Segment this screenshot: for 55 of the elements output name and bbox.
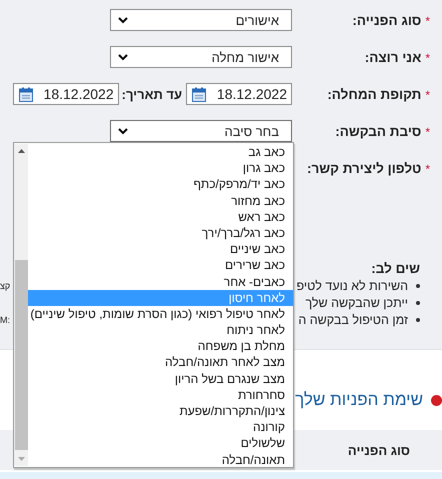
calendar-icon[interactable] [192,86,206,102]
required-asterisk: * [425,14,430,28]
notice-text: M: [0,314,10,324]
field-label: עד תאריך: [122,86,182,102]
section-heading: שימת הפניות שלך [295,390,423,410]
chevron-down-icon [118,54,128,60]
dropdown-option[interactable]: לאחר טיפול רפואי (כגון הסרת שומות, טיפול שיניים) [28,306,293,322]
dropdown-option[interactable]: מחלת בן משפחה [28,338,293,354]
scroll-up-icon[interactable] [18,149,24,153]
column-header: סוג הפנייה [348,442,410,458]
bullet-icon [416,318,420,322]
date-field[interactable]: 18.12.2022 [12,83,119,105]
dropdown-option[interactable]: סחרחורת [28,386,293,403]
notice-text: ייתכן שהבקשה שלך [305,296,408,310]
dropdown-option[interactable]: שלשולים [28,435,293,452]
dropdown-option[interactable]: כאב ראש [28,208,293,225]
scrollbar[interactable] [14,144,28,466]
bullet-icon [416,284,420,288]
dropdown-option[interactable]: תאונה/חבלה [28,452,293,468]
dropdown-option[interactable]: כאב גב [28,144,293,160]
notice-text: השירות לא נועד לטיפ [296,278,408,292]
required-asterisk: * [425,125,430,139]
required-asterisk: * [425,88,430,102]
dropdown-option[interactable]: כאב גרון [28,160,293,176]
required-asterisk: * [425,162,430,176]
notice-text: זמן הטיפול בבקשה ה [298,312,408,326]
dropdown-option[interactable]: כאבים- אחר [28,274,293,290]
dropdown-option[interactable]: כאב שיניים [28,241,293,258]
dropdown-option[interactable]: צינון/התקררות/שפעת [28,403,293,420]
field-label: סוג הפנייה: [352,12,422,28]
dropdown-option[interactable]: מצב לאחר תאונה/חבלה [28,354,293,371]
date-field[interactable]: 18.12.2022 [186,83,292,105]
chevron-down-icon [118,16,128,24]
dropdown-option[interactable]: לאחר ניתוח [28,322,293,338]
select-field[interactable]: אישור מחלה [110,46,292,68]
field-label: אני רוצה: [364,50,422,64]
dropdown-option[interactable]: כאב יד/מרפק/כתף [28,176,293,193]
field-label: טלפון ליצירת קשר: [307,160,422,176]
dropdown-option[interactable]: כאב שרירים [28,257,293,274]
alert-dot-icon [431,394,442,406]
select-field[interactable]: בחר סיבה [110,120,292,142]
dropdown-option[interactable]: כאב רגל/ברך/ירך [28,224,293,242]
bullet-icon [416,300,420,304]
field-label: סיבת הבקשה: [335,124,422,138]
dropdown-option[interactable]: קורונה [28,419,293,436]
notice-text: קצ [0,280,10,290]
required-asterisk: * [425,51,430,65]
scrollbar-thumb[interactable] [14,260,28,450]
notice-title: שים לב: [371,261,420,276]
calendar-icon[interactable] [18,86,33,102]
select-field[interactable]: אישורים [110,9,292,31]
dropdown-option[interactable]: מצב שנגרם בשל הריון [28,370,293,387]
field-label: תקופת המחלה: [327,86,422,102]
dropdown-option[interactable]: כאב מחזור [28,192,293,209]
chevron-down-icon [118,128,128,134]
